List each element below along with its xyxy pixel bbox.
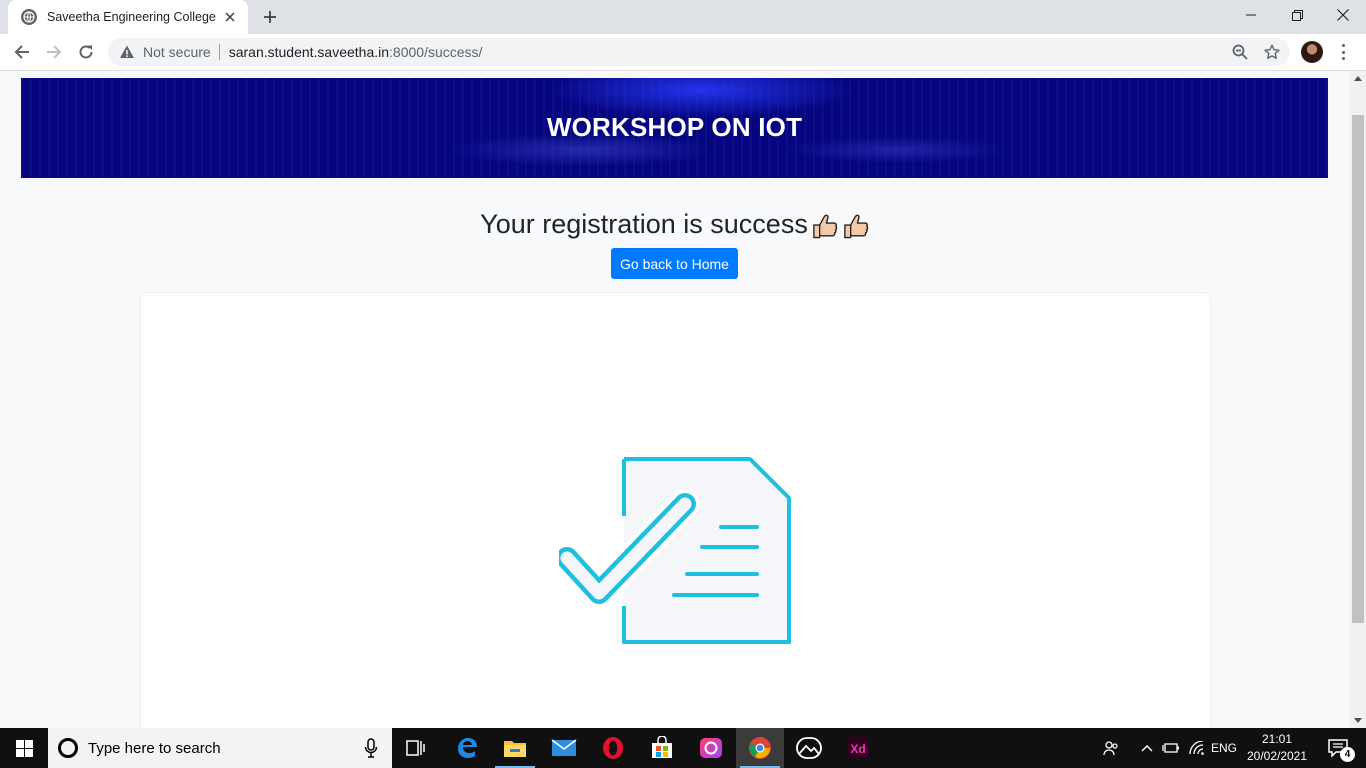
arrow-left-icon: [14, 45, 29, 59]
microphone-icon[interactable]: [364, 738, 378, 758]
people-icon[interactable]: [1098, 728, 1124, 768]
forward-button[interactable]: [40, 38, 68, 66]
windows-logo-icon: [15, 739, 33, 757]
new-tab-button[interactable]: [258, 6, 282, 28]
cortana-icon: [58, 738, 78, 758]
warning-icon[interactable]: [119, 44, 135, 60]
language-indicator[interactable]: ENG: [1208, 728, 1240, 768]
task-view-icon[interactable]: [392, 728, 440, 768]
battery-icon[interactable]: [1160, 728, 1182, 768]
profile-avatar[interactable]: [1301, 41, 1323, 63]
address-bar[interactable]: Not secure saran.student.saveetha.in:800…: [108, 38, 1290, 66]
thumbs-up-icon: [813, 214, 838, 239]
clock-time: 21:01: [1261, 732, 1293, 746]
arrow-right-icon: [47, 45, 62, 59]
security-label[interactable]: Not secure: [143, 44, 211, 60]
success-heading: Your registration is success: [0, 209, 1350, 241]
notification-badge: 4: [1340, 747, 1355, 762]
tab-strip: Saveetha Engineering College: [0, 0, 1366, 34]
browser-toolbar: Not secure saran.student.saveetha.in:800…: [0, 34, 1366, 71]
header-banner: WORKSHOP ON IOT: [21, 78, 1328, 178]
thumbs-up-icon: [844, 214, 869, 239]
minimize-button[interactable]: [1228, 0, 1274, 30]
url-path: :8000/success/: [389, 44, 483, 60]
close-window-button[interactable]: [1320, 0, 1366, 30]
tab-title: Saveetha Engineering College: [47, 10, 216, 24]
taskbar: Type here to search Xd ENG 21:01 20/02/2…: [0, 728, 1366, 768]
edge-icon[interactable]: [443, 728, 491, 768]
document-check-illustration: [559, 457, 791, 644]
adobe-xd-icon[interactable]: Xd: [834, 728, 882, 768]
globe-icon: [21, 9, 37, 25]
mail-icon[interactable]: [540, 728, 588, 768]
xd-label: Xd: [850, 742, 865, 756]
close-tab-icon[interactable]: [222, 9, 238, 25]
page-scrollbar[interactable]: [1350, 71, 1366, 728]
start-button[interactable]: [0, 728, 48, 768]
divider: [218, 44, 220, 60]
photos-icon[interactable]: [785, 728, 833, 768]
go-back-home-button[interactable]: Go back to Home: [611, 248, 738, 279]
search-placeholder: Type here to search: [88, 739, 221, 757]
system-clock[interactable]: 21:01 20/02/2021: [1246, 728, 1308, 768]
taskbar-search[interactable]: Type here to search: [48, 728, 392, 768]
browser-tab[interactable]: Saveetha Engineering College: [8, 0, 248, 34]
scroll-down-arrow[interactable]: [1354, 718, 1362, 723]
page-viewport: WORKSHOP ON IOT Your registration is suc…: [0, 71, 1350, 728]
menu-button[interactable]: [1335, 42, 1351, 62]
opera-icon[interactable]: [589, 728, 637, 768]
reload-icon: [79, 45, 93, 59]
creative-cloud-icon[interactable]: [687, 728, 735, 768]
chrome-icon[interactable]: [736, 728, 784, 768]
url-host: saran.student.saveetha.in: [228, 44, 390, 60]
reload-button[interactable]: [72, 38, 100, 66]
clock-date: 20/02/2021: [1246, 749, 1308, 763]
success-message: Your registration is success: [480, 209, 808, 239]
file-explorer-icon[interactable]: [491, 728, 539, 768]
bookmark-star-icon[interactable]: [1264, 44, 1280, 60]
chevron-up-icon[interactable]: [1136, 728, 1158, 768]
page-title: WORKSHOP ON IOT: [546, 111, 803, 142]
action-center-button[interactable]: 4: [1318, 728, 1358, 768]
restore-button[interactable]: [1274, 0, 1320, 30]
success-card: [140, 292, 1211, 728]
scroll-up-arrow[interactable]: [1354, 76, 1362, 81]
back-button[interactable]: [8, 38, 36, 66]
store-icon[interactable]: [638, 728, 686, 768]
scroll-thumb[interactable]: [1352, 115, 1364, 623]
wifi-icon[interactable]: [1186, 728, 1208, 768]
zoom-icon[interactable]: [1232, 44, 1248, 60]
